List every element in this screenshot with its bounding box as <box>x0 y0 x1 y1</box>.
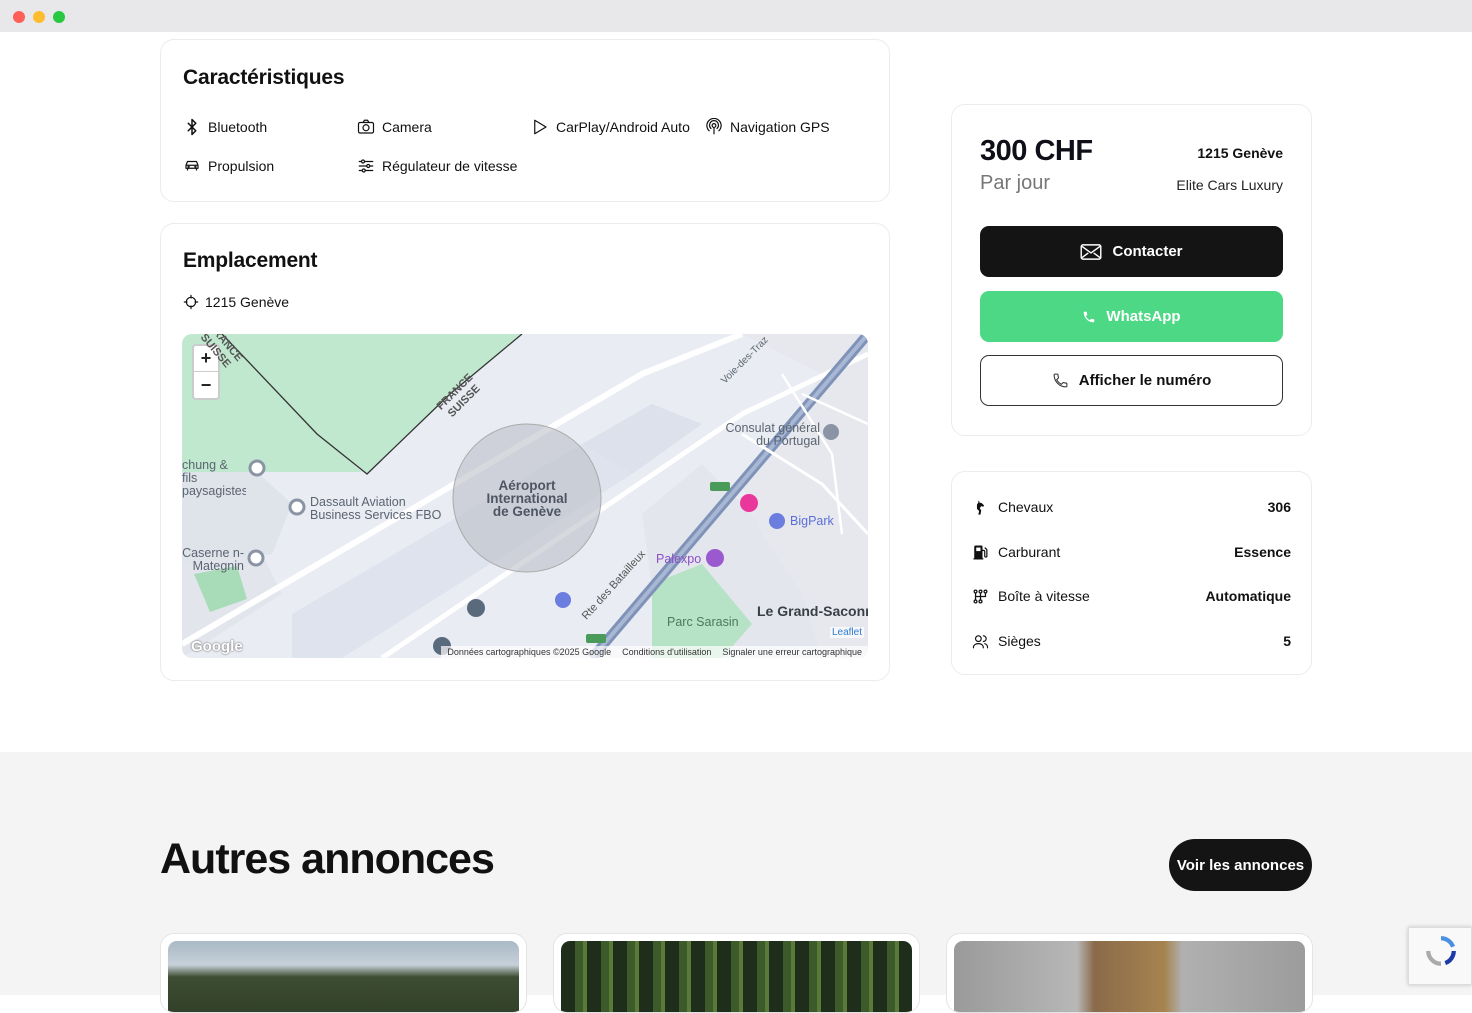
map-label-caserne: Caserne n-Mategnin <box>182 547 244 573</box>
recaptcha-icon <box>1426 936 1456 966</box>
feature-label: Propulsion <box>208 158 275 174</box>
horse-icon <box>976 499 985 515</box>
feature-carplay: CarPlay/Android Auto <box>531 118 690 136</box>
feature-propulsion: Propulsion <box>183 157 274 175</box>
pricing-city: 1215 Genève <box>1197 145 1283 161</box>
feature-label: Camera <box>382 119 432 135</box>
phone-icon <box>1084 311 1095 322</box>
feature-gps: Navigation GPS <box>705 118 830 136</box>
location-address: 1215 Genève <box>205 294 290 310</box>
spec-row-horsepower: Chevaux 306 <box>972 495 1291 519</box>
feature-camera: Camera <box>357 118 432 136</box>
map-label-airport: Aéroport International de Genève <box>486 478 568 519</box>
spec-row-seats: Sièges 5 <box>972 629 1291 653</box>
pricing-card: 300 CHF Par jour 1215 Genève Elite Cars … <box>951 104 1312 436</box>
features-title: Caractéristiques <box>183 66 345 89</box>
spec-label: Boîte à vitesse <box>998 588 1090 604</box>
spec-row-gearbox: Boîte à vitesse Automatique <box>972 584 1291 608</box>
feature-cruise-control: Régulateur de vitesse <box>357 157 517 175</box>
phone-icon <box>1053 373 1068 388</box>
other-listings-heading: Autres annonces <box>160 835 495 884</box>
car-icon <box>185 160 199 171</box>
spec-value: Automatique <box>1205 588 1291 604</box>
spec-label: Chevaux <box>998 499 1054 515</box>
spec-label: Sièges <box>998 633 1041 649</box>
feature-label: CarPlay/Android Auto <box>556 119 690 135</box>
close-window-button[interactable] <box>13 11 25 23</box>
spec-value: 306 <box>1267 499 1291 515</box>
show-number-label: Afficher le numéro <box>1078 372 1212 389</box>
map-label-dassault: Dassault Aviation Business Services FBO <box>310 495 442 522</box>
recaptcha-badge[interactable] <box>1408 927 1472 985</box>
fuel-icon <box>973 545 988 559</box>
show-number-button[interactable]: Afficher le numéro <box>980 355 1283 406</box>
gps-icon <box>706 118 722 135</box>
camera-icon <box>357 119 375 134</box>
price-period: Par jour <box>980 172 1051 194</box>
mail-icon <box>1080 243 1102 260</box>
whatsapp-label: WhatsApp <box>1106 308 1181 325</box>
spec-value: Essence <box>1234 544 1291 560</box>
listing-image <box>561 941 912 1012</box>
map-report-error-link[interactable]: Signaler une erreur cartographique <box>722 647 862 657</box>
specs-card: Chevaux 306 Carburant Essence Boîte à vi… <box>951 471 1312 675</box>
feature-label: Régulateur de vitesse <box>382 158 518 174</box>
dealer-name[interactable]: Elite Cars Luxury <box>1176 177 1283 193</box>
contact-label: Contacter <box>1112 243 1183 260</box>
map-label-chung: chung & fils paysagistes <box>182 459 246 498</box>
bluetooth-icon <box>187 118 197 136</box>
contact-button[interactable]: Contacter <box>980 226 1283 277</box>
heading-part-b: annonces <box>301 835 495 883</box>
zoom-out-button[interactable]: − <box>194 372 218 398</box>
play-icon <box>534 119 547 135</box>
window-titlebar <box>0 0 1472 32</box>
location-title: Emplacement <box>183 249 318 272</box>
feature-label: Navigation GPS <box>730 119 830 135</box>
price: 300 CHF <box>980 135 1093 167</box>
whatsapp-button[interactable]: WhatsApp <box>980 291 1283 342</box>
map-label-grand-saconnex: Le Grand-Saconn <box>757 603 868 619</box>
spec-label: Carburant <box>998 544 1061 560</box>
crosshair-icon <box>183 294 199 310</box>
listing-card[interactable] <box>946 933 1313 1013</box>
google-logo: Google <box>191 638 243 655</box>
maximize-window-button[interactable] <box>53 11 65 23</box>
map-label-bigpark: BigPark <box>790 514 834 528</box>
view-listings-button[interactable]: Voir les annonces <box>1169 839 1312 891</box>
listing-card[interactable] <box>553 933 920 1013</box>
location-map[interactable]: + − FRANCE SUISSE FRANCE SUISSE Aéroport… <box>182 334 868 658</box>
features-card: Caractéristiques Bluetooth Camera CarPla… <box>160 39 890 202</box>
heading-part-a: Autres <box>160 835 291 883</box>
map-data-credit: Données cartographiques ©2025 Google <box>447 647 612 657</box>
users-icon <box>972 634 989 648</box>
location-card: Emplacement 1215 Genève + − FRANCE SUISS… <box>160 223 890 681</box>
map-attribution: Données cartographiques ©2025 Google Con… <box>441 646 868 658</box>
spec-row-fuel: Carburant Essence <box>972 540 1291 564</box>
map-label-palexpo: Palexpo <box>656 552 702 566</box>
listing-image <box>168 941 519 1012</box>
location-address-row: 1215 Genève <box>183 294 289 310</box>
feature-bluetooth: Bluetooth <box>183 118 267 136</box>
feature-label: Bluetooth <box>208 119 268 135</box>
leaflet-link[interactable]: Leaflet <box>829 627 864 638</box>
map-label-consulat: Consulat général du Portugal <box>725 421 820 448</box>
map-terms-link[interactable]: Conditions d'utilisation <box>622 647 711 657</box>
map-label-parc-sarasin: Parc Sarasin <box>667 615 739 629</box>
gearbox-icon <box>973 588 988 604</box>
minimize-window-button[interactable] <box>33 11 45 23</box>
listing-card[interactable] <box>160 933 527 1013</box>
listing-image <box>954 941 1305 1012</box>
sliders-icon <box>358 159 374 173</box>
spec-value: 5 <box>1283 633 1291 649</box>
